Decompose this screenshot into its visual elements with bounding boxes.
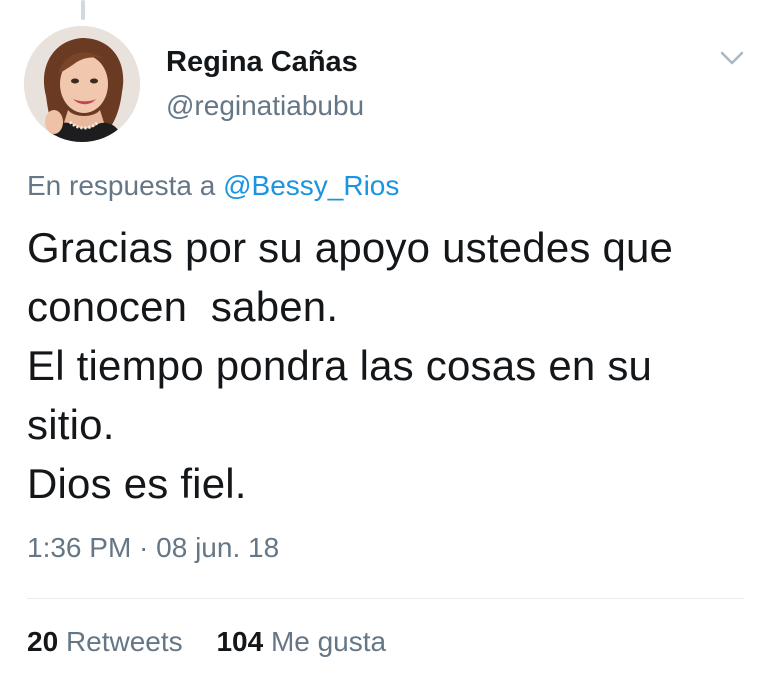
thread-connector xyxy=(81,0,85,20)
author-display-name[interactable]: Regina Cañas xyxy=(166,46,358,79)
chevron-down-icon[interactable] xyxy=(716,44,748,72)
reply-context: En respuesta a @Bessy_Rios xyxy=(27,170,399,202)
avatar[interactable] xyxy=(24,26,140,142)
reply-to-link[interactable]: @Bessy_Rios xyxy=(223,170,399,201)
retweets-count: 20 xyxy=(27,626,59,657)
likes-count: 104 xyxy=(216,626,264,657)
likes-stat[interactable]: 104 Me gusta xyxy=(216,626,386,657)
avatar-image xyxy=(24,26,140,142)
reply-prefix: En respuesta a xyxy=(27,170,216,201)
tweet-detail: Regina Cañas @reginatiabubu En respuesta… xyxy=(0,0,768,688)
retweets-label: Retweets xyxy=(65,626,183,657)
likes-label: Me gusta xyxy=(270,626,387,657)
tweet-text: Gracias por su apoyo ustedes que conocen… xyxy=(27,224,674,507)
author-handle[interactable]: @reginatiabubu xyxy=(166,90,364,122)
tweet-timestamp[interactable]: 1:36 PM · 08 jun. 18 xyxy=(27,532,279,564)
divider xyxy=(27,598,744,599)
retweets-stat[interactable]: 20 Retweets xyxy=(27,626,190,657)
tweet-stats: 20 Retweets 104 Me gusta xyxy=(27,626,386,658)
